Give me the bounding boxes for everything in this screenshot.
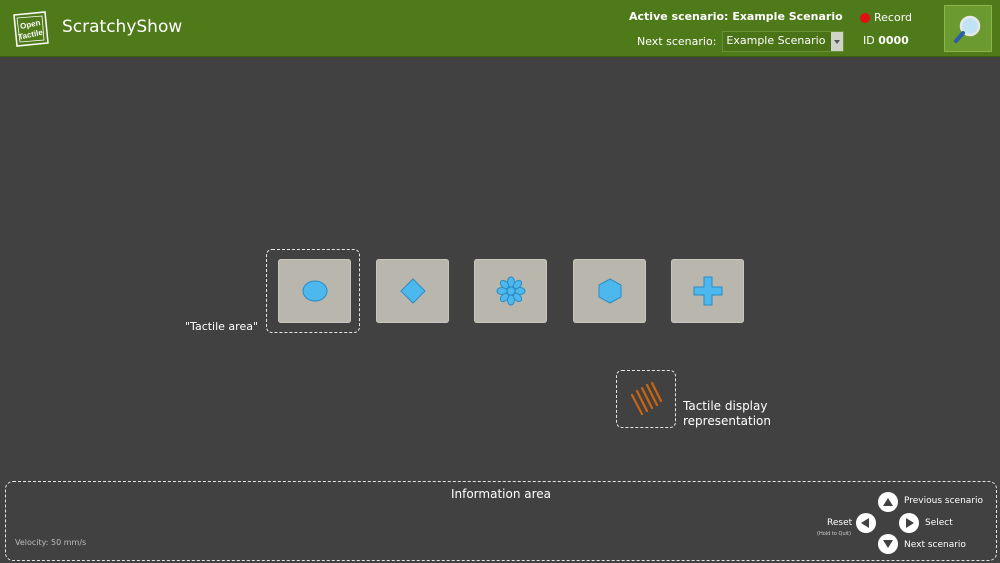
diamond-icon: [399, 278, 426, 304]
next-scenario-value: Example Scenario: [726, 34, 826, 47]
active-scenario: Active scenario: Example Scenario: [629, 10, 843, 23]
next-scenario-select[interactable]: Example Scenario: [722, 31, 845, 52]
record-toggle[interactable]: Record: [860, 11, 912, 24]
arrow-down-icon: [883, 540, 893, 548]
information-area-title: Information area: [450, 487, 552, 501]
reset-button[interactable]: [856, 513, 876, 533]
chevron-down-icon[interactable]: [831, 32, 844, 51]
tactile-display-frame: [616, 370, 676, 428]
tactile-display-label-line1: Tactile display: [683, 399, 768, 413]
circle-icon: [302, 280, 327, 302]
tile-hexagon[interactable]: [573, 259, 646, 323]
asterisk-icon: [496, 276, 525, 306]
tile-asterisk[interactable]: [474, 259, 547, 323]
active-scenario-label: Active scenario:: [629, 10, 729, 23]
tactile-display-label-line2: representation: [683, 414, 772, 428]
plus-icon: [693, 276, 722, 306]
previous-scenario-label: Previous scenario: [904, 496, 983, 506]
select-label: Select: [925, 518, 953, 528]
next-scenario-row: Next scenario: Example Scenario: [637, 31, 845, 52]
open-tactile-logo: Open Tactile: [11, 9, 51, 49]
tile-diamond[interactable]: [376, 259, 449, 323]
app-title: ScratchyShow: [62, 17, 183, 37]
active-scenario-value: Example Scenario: [732, 10, 843, 23]
reset-label: Reset: [827, 518, 853, 528]
tactile-area-label: "Tactile area": [185, 320, 259, 333]
next-scenario-control-label: Next scenario: [904, 540, 966, 550]
information-area: Information area Velocity: 50 mm/s Previ…: [5, 481, 997, 561]
magnifier-icon: [954, 15, 981, 43]
record-label: Record: [874, 11, 913, 24]
record-dot-icon: [860, 12, 870, 23]
arrow-left-icon: [861, 518, 869, 528]
id-label: ID: [863, 34, 875, 47]
hexagon-icon: [598, 278, 621, 304]
header-bar: Open Tactile ScratchyShow Active scenari…: [0, 0, 1000, 57]
id-value: 0000: [878, 34, 909, 47]
tactile-display-icon: [630, 381, 663, 416]
previous-scenario-button[interactable]: [878, 492, 898, 512]
next-scenario-label: Next scenario:: [637, 35, 717, 48]
tile-plus[interactable]: [671, 259, 744, 323]
tactile-display-label: Tactile display representation: [683, 399, 793, 429]
next-scenario-button[interactable]: [878, 534, 898, 554]
arrow-right-icon: [906, 518, 914, 528]
reset-hint: (Hold to Quit): [817, 531, 851, 537]
tile-circle[interactable]: [278, 259, 351, 323]
search-button[interactable]: [944, 5, 992, 52]
velocity-readout: Velocity: 50 mm/s: [15, 538, 87, 547]
arrow-up-icon: [883, 498, 893, 506]
select-button[interactable]: [899, 513, 919, 533]
id-display: ID 0000: [863, 34, 909, 47]
